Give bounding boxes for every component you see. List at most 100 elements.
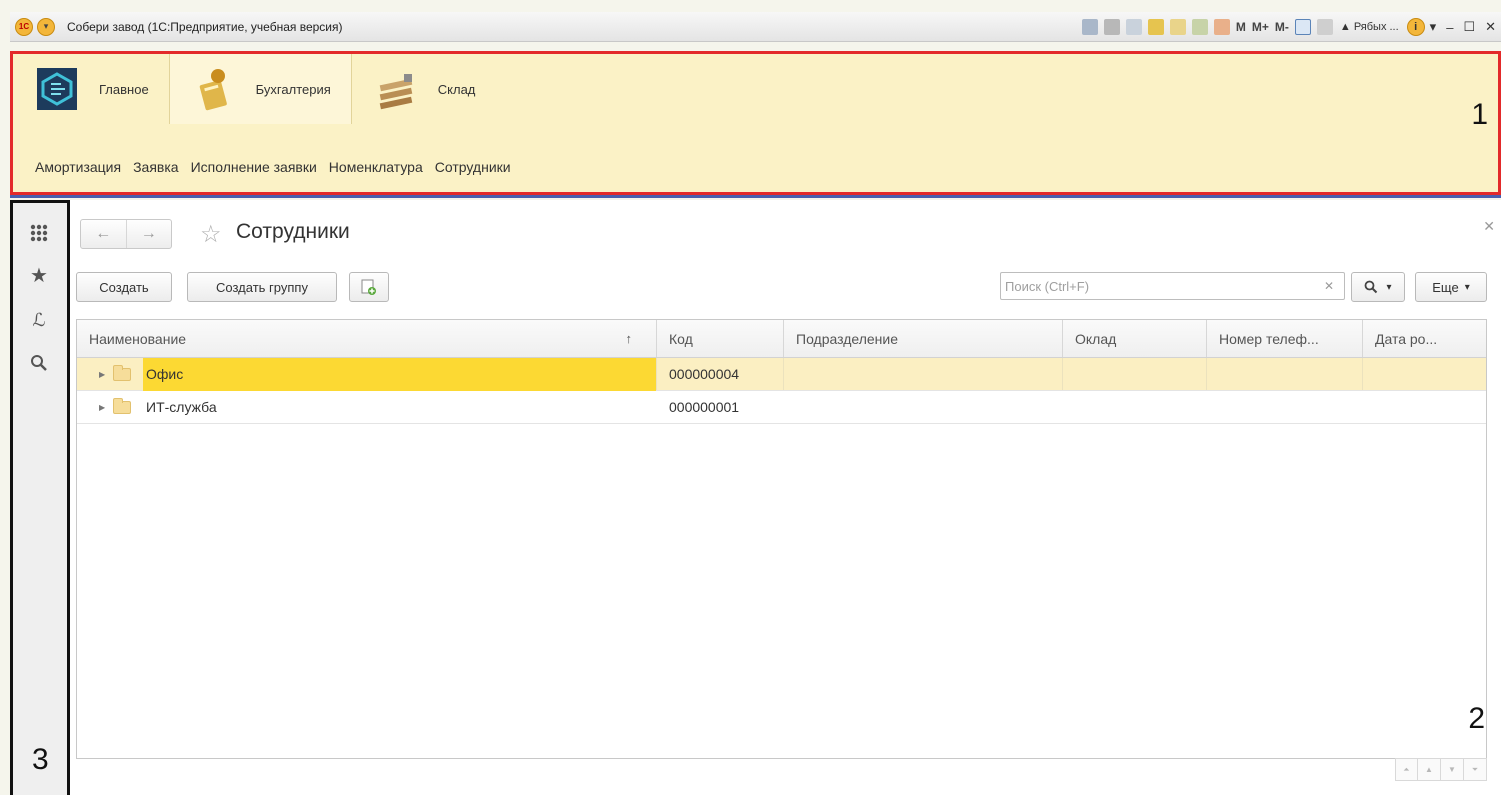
page-title: Сотрудники xyxy=(236,220,350,243)
command-request[interactable]: Заявка xyxy=(133,159,178,175)
warehouse-section-icon xyxy=(379,74,413,110)
sort-ascending-icon: ↑ xyxy=(625,331,633,346)
cell-birthdate xyxy=(1363,358,1486,390)
create-button[interactable]: Создать xyxy=(76,272,172,302)
scroll-top-icon[interactable]: ⏶ xyxy=(1395,758,1418,781)
minimize-icon[interactable]: – xyxy=(1446,20,1453,35)
cell-phone xyxy=(1207,391,1363,423)
sections-divider xyxy=(10,195,1501,198)
accounting-section-icon xyxy=(199,69,227,111)
command-request-execution[interactable]: Исполнение заявки xyxy=(191,159,317,175)
calculator-icon[interactable] xyxy=(1191,19,1208,35)
column-salary[interactable]: Оклад xyxy=(1063,320,1207,357)
column-name-label: Наименование xyxy=(89,330,187,347)
tools-icon[interactable] xyxy=(1316,19,1333,35)
expand-caret-icon[interactable]: ▶ xyxy=(99,403,113,412)
close-window-icon[interactable]: ✕ xyxy=(1485,19,1496,35)
sections-panel: Главное Бухгалтерия Склад Амортизация За… xyxy=(10,51,1501,195)
chevron-down-icon: ▾ xyxy=(1386,281,1392,293)
favorites-star-icon[interactable]: ★ xyxy=(27,263,51,287)
calendar-icon[interactable] xyxy=(1213,19,1230,35)
cell-salary xyxy=(1063,358,1207,390)
annotation-1: 1 xyxy=(1471,98,1488,131)
annotation-3: 3 xyxy=(32,743,49,776)
memory-m-button[interactable]: M xyxy=(1236,20,1246,34)
memory-mminus-button[interactable]: M- xyxy=(1275,20,1289,34)
maximize-icon[interactable]: ☐ xyxy=(1463,19,1475,35)
scroll-bottom-icon[interactable]: ⏷ xyxy=(1464,758,1487,781)
window-title-bar: 1С ▾ Собери завод (1С:Предприятие, учебн… xyxy=(10,12,1501,42)
all-functions-icon[interactable] xyxy=(27,221,51,245)
app-logo-icon[interactable]: 1С xyxy=(15,17,33,36)
print-icon[interactable] xyxy=(1103,19,1120,35)
folder-icon xyxy=(113,364,131,381)
memory-mplus-button[interactable]: M+ xyxy=(1252,20,1269,34)
cell-salary xyxy=(1063,391,1207,423)
magnifier-icon xyxy=(1365,280,1378,294)
section-accounting[interactable]: Бухгалтерия xyxy=(168,54,352,124)
cell-code: 000000001 xyxy=(669,399,740,415)
cell-phone xyxy=(1207,358,1363,390)
user-icon: ▲ xyxy=(1339,21,1351,33)
title-toolbar: M M+ M- ▲ Рябых ... i ▾ – ☐ ✕ xyxy=(1079,12,1501,42)
annotation-2: 2 xyxy=(1468,702,1485,735)
history-icon[interactable]: ℒ xyxy=(27,308,51,332)
command-employees[interactable]: Сотрудники xyxy=(435,159,511,175)
add-to-favorites-star-icon[interactable]: ☆ xyxy=(200,220,222,249)
info-icon[interactable]: i xyxy=(1406,18,1425,36)
section-warehouse-label: Склад xyxy=(437,81,476,97)
row-name: Офис xyxy=(146,365,184,382)
section-accounting-label: Бухгалтерия xyxy=(255,81,331,97)
copy-document-button[interactable] xyxy=(349,272,389,302)
copy-document-icon xyxy=(361,279,376,295)
column-code[interactable]: Код xyxy=(657,320,784,357)
employees-table: Наименование ↑ Код Подразделение Оклад Н… xyxy=(76,319,1487,759)
scroll-down-icon[interactable]: ▼ xyxy=(1441,758,1464,781)
cell-name: ▶ Офис xyxy=(77,357,657,391)
command-nomenclature[interactable]: Номенклатура xyxy=(329,159,423,175)
tools-panel: ★ ℒ 3 xyxy=(10,200,70,795)
cell-birthdate xyxy=(1363,391,1486,423)
column-name[interactable]: Наименование ↑ xyxy=(77,320,657,357)
search-icon[interactable] xyxy=(27,351,51,375)
chevron-down-icon[interactable]: ▾ xyxy=(1430,19,1437,35)
cell-department xyxy=(784,391,1063,423)
close-form-icon[interactable]: ✕ xyxy=(1483,218,1495,235)
table-row[interactable]: ▶ Офис 000000004 xyxy=(77,357,1486,391)
scroll-up-icon[interactable]: ▲ xyxy=(1418,758,1441,781)
more-button[interactable]: Еще ▾ xyxy=(1415,272,1487,302)
section-list: Главное Бухгалтерия Склад xyxy=(13,54,495,124)
back-arrow-icon[interactable]: ← xyxy=(81,220,126,248)
favorites-icon[interactable] xyxy=(1169,19,1186,35)
navigation-buttons: ← → xyxy=(80,219,172,249)
clear-search-icon[interactable]: ✕ xyxy=(1324,279,1334,293)
search-input[interactable] xyxy=(1001,273,1301,299)
search-options-button[interactable]: ▾ xyxy=(1351,272,1405,302)
command-amortization[interactable]: Амортизация xyxy=(35,159,121,175)
preview-icon[interactable] xyxy=(1125,19,1142,35)
section-main[interactable]: Главное xyxy=(13,54,169,124)
forward-arrow-icon[interactable]: → xyxy=(125,220,172,248)
expand-caret-icon[interactable]: ▶ xyxy=(99,370,113,379)
window-title: Собери завод (1С:Предприятие, учебная ве… xyxy=(67,19,343,34)
main-menu-icon[interactable]: ▾ xyxy=(37,17,55,36)
more-label: Еще xyxy=(1432,279,1459,295)
row-name: ИТ-служба xyxy=(146,398,217,415)
save-icon[interactable] xyxy=(1081,19,1098,35)
column-phone[interactable]: Номер телеф... xyxy=(1207,320,1363,357)
cell-name: ▶ ИТ-служба xyxy=(77,391,657,423)
column-birthdate[interactable]: Дата ро... xyxy=(1363,320,1486,357)
cell-department xyxy=(784,358,1063,390)
create-group-button[interactable]: Создать группу xyxy=(187,272,337,302)
favorites-add-icon[interactable] xyxy=(1147,19,1164,35)
user-button[interactable]: ▲ Рябых ... xyxy=(1340,21,1399,33)
search-field[interactable]: ✕ xyxy=(1000,272,1345,300)
main-section-icon xyxy=(37,68,77,110)
chevron-down-icon: ▾ xyxy=(1464,281,1470,293)
employees-form: ✕ ← → ☆ Сотрудники Создать Создать групп… xyxy=(70,200,1501,795)
section-warehouse[interactable]: Склад xyxy=(352,54,496,124)
table-row[interactable]: ▶ ИТ-служба 000000001 xyxy=(77,391,1486,424)
column-department[interactable]: Подразделение xyxy=(784,320,1063,357)
panel-layout-icon[interactable] xyxy=(1294,19,1311,35)
name-highlight: Офис xyxy=(143,357,656,391)
